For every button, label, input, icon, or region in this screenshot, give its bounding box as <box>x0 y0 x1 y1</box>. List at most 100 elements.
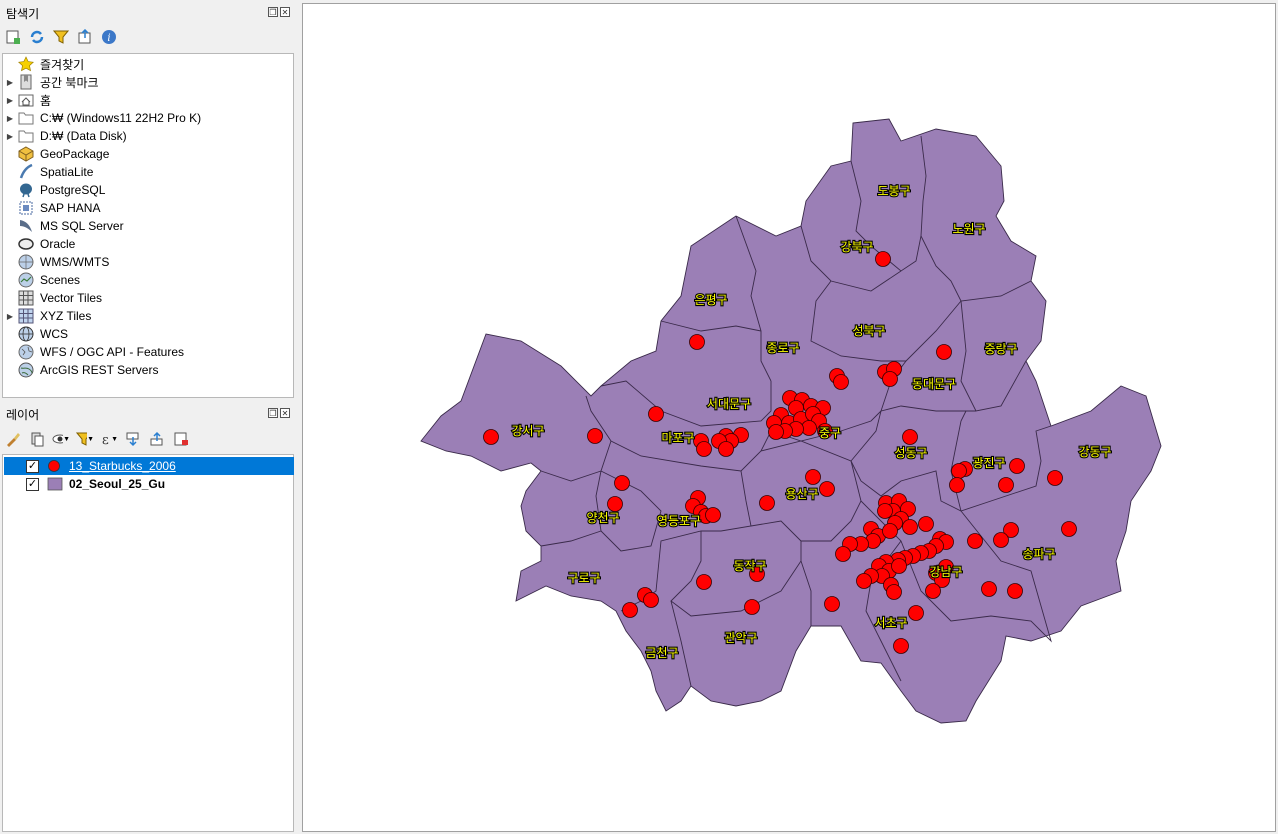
starbucks-point[interactable] <box>768 424 784 440</box>
starbucks-point[interactable] <box>648 406 664 422</box>
district-label: 성북구 <box>852 324 885 338</box>
starbucks-point[interactable] <box>908 605 924 621</box>
refresh-button[interactable] <box>28 28 46 46</box>
add-group-button[interactable] <box>28 430 46 448</box>
browser-item-spatialite[interactable]: SpatiaLite <box>3 163 93 181</box>
spatialite-icon <box>17 164 35 180</box>
collapse-all-layers-button[interactable] <box>148 430 166 448</box>
browser-item-postgresql[interactable]: PostgreSQL <box>3 181 105 199</box>
starbucks-point[interactable] <box>1047 470 1063 486</box>
layer-visibility-checkbox[interactable]: ✓ <box>26 459 39 473</box>
starbucks-point[interactable] <box>856 573 872 589</box>
starbucks-point[interactable] <box>882 371 898 387</box>
starbucks-point[interactable] <box>607 496 623 512</box>
starbucks-point[interactable] <box>893 638 909 654</box>
starbucks-point[interactable] <box>718 441 734 457</box>
starbucks-point[interactable] <box>819 481 835 497</box>
filter-legend-button[interactable]: ▼ <box>76 430 94 448</box>
browser-item-folder[interactable]: ▶ D:₩ (Data Disk) <box>3 127 127 145</box>
browser-item-oracle[interactable]: Oracle <box>3 235 75 253</box>
starbucks-point[interactable] <box>689 334 705 350</box>
seoul-map[interactable]: 도봉구노원구강북구은평구성북구종로구 중랑구동대문구서대문구강서구 마포구 중구성동구… <box>303 4 1276 832</box>
starbucks-point[interactable] <box>993 532 1009 548</box>
style-panel-button[interactable] <box>4 430 22 448</box>
starbucks-point[interactable] <box>824 596 840 612</box>
starbucks-point[interactable] <box>981 581 997 597</box>
starbucks-point[interactable] <box>744 599 760 615</box>
district-label: 중랑구 <box>984 342 1017 356</box>
filter-expression-button[interactable]: ε ▼ <box>100 430 118 448</box>
browser-item-label: GeoPackage <box>40 147 110 161</box>
layer-row-seoul-gu[interactable]: ✓ 02_Seoul_25_Gu <box>4 475 294 493</box>
starbucks-point[interactable] <box>951 463 967 479</box>
starbucks-point[interactable] <box>925 583 941 599</box>
starbucks-point[interactable] <box>705 507 721 523</box>
expand-arrow-icon[interactable]: ▶ <box>3 132 17 141</box>
browser-item-scenes[interactable]: Scenes <box>3 271 80 289</box>
add-layer-button[interactable] <box>4 28 22 46</box>
starbucks-point[interactable] <box>483 429 499 445</box>
starbucks-point[interactable] <box>967 533 983 549</box>
browser-item-wcs-globe[interactable]: WCS <box>3 325 68 343</box>
starbucks-point[interactable] <box>886 584 902 600</box>
starbucks-point[interactable] <box>936 344 952 360</box>
starbucks-point[interactable] <box>891 558 907 574</box>
vector-tiles-icon <box>17 290 35 306</box>
expand-arrow-icon[interactable]: ▶ <box>3 312 17 321</box>
browser-item-bookmark[interactable]: ▶ 공간 북마크 <box>3 73 99 91</box>
starbucks-point[interactable] <box>587 428 603 444</box>
starbucks-point[interactable] <box>833 374 849 390</box>
close-panel-button[interactable]: ✕ <box>280 408 290 418</box>
browser-item-wfs-globe[interactable]: WFS / OGC API - Features <box>3 343 184 361</box>
expand-arrow-icon[interactable]: ▶ <box>3 114 17 123</box>
starbucks-point[interactable] <box>998 477 1014 493</box>
expand-all-button[interactable] <box>124 430 142 448</box>
starbucks-point[interactable] <box>1061 521 1077 537</box>
starbucks-point[interactable] <box>835 546 851 562</box>
close-panel-button[interactable]: ✕ <box>280 7 290 17</box>
starbucks-point[interactable] <box>614 475 630 491</box>
oracle-icon <box>17 236 35 252</box>
starbucks-point[interactable] <box>1007 583 1023 599</box>
browser-item-folder[interactable]: ▶ C:₩ (Windows11 22H2 Pro K) <box>3 109 201 127</box>
filter-button[interactable] <box>52 28 70 46</box>
starbucks-point[interactable] <box>696 441 712 457</box>
browser-item-label: MS SQL Server <box>40 219 124 233</box>
browser-item-wms-globe[interactable]: WMS/WMTS <box>3 253 109 271</box>
browser-item-vector-tiles[interactable]: Vector Tiles <box>3 289 102 307</box>
browser-item-label: Vector Tiles <box>40 291 103 305</box>
browser-item-sap-hana[interactable]: SAP HANA <box>3 199 100 217</box>
map-canvas[interactable]: 도봉구 노원구 강북구 은평구 성북구 종로구 중랑구 동대문구 서대문구 강서구 마포구 중구 성동구… <box>302 3 1276 832</box>
expand-arrow-icon[interactable]: ▶ <box>3 96 17 105</box>
browser-item-star[interactable]: 즐겨찾기 <box>3 55 84 73</box>
collapse-all-button[interactable] <box>76 28 94 46</box>
starbucks-point[interactable] <box>805 469 821 485</box>
starbucks-point[interactable] <box>949 477 965 493</box>
layer-row-starbucks[interactable]: ✓ 13_Starbucks_2006 <box>4 457 294 475</box>
manage-visibility-button[interactable]: ▼ <box>52 430 70 448</box>
expand-arrow-icon[interactable]: ▶ <box>3 78 17 87</box>
browser-item-home-folder[interactable]: ▶ 홈 <box>3 91 51 109</box>
starbucks-point[interactable] <box>877 503 893 519</box>
float-panel-button[interactable]: ❐ <box>268 408 278 418</box>
layer-visibility-checkbox[interactable]: ✓ <box>26 477 39 491</box>
starbucks-point[interactable] <box>643 592 659 608</box>
browser-item-mssql[interactable]: MS SQL Server <box>3 217 124 235</box>
starbucks-point[interactable] <box>1009 458 1025 474</box>
starbucks-point[interactable] <box>918 516 934 532</box>
starbucks-point[interactable] <box>875 251 891 267</box>
float-panel-button[interactable]: ❐ <box>268 7 278 17</box>
browser-item-arcgis-globe[interactable]: ArcGIS REST Servers <box>3 361 158 379</box>
district-label: 성동구 <box>894 446 927 460</box>
starbucks-point[interactable] <box>882 523 898 539</box>
browser-item-geopackage[interactable]: GeoPackage <box>3 145 109 163</box>
browser-item-xyz-tiles[interactable]: ▶ XYZ Tiles <box>3 307 91 325</box>
starbucks-point[interactable] <box>759 495 775 511</box>
starbucks-point[interactable] <box>902 429 918 445</box>
panel-splitter[interactable] <box>296 0 301 834</box>
starbucks-point[interactable] <box>696 574 712 590</box>
starbucks-point[interactable] <box>902 519 918 535</box>
info-icon[interactable]: i <box>100 28 118 46</box>
remove-layer-button[interactable] <box>172 430 190 448</box>
starbucks-point[interactable] <box>622 602 638 618</box>
